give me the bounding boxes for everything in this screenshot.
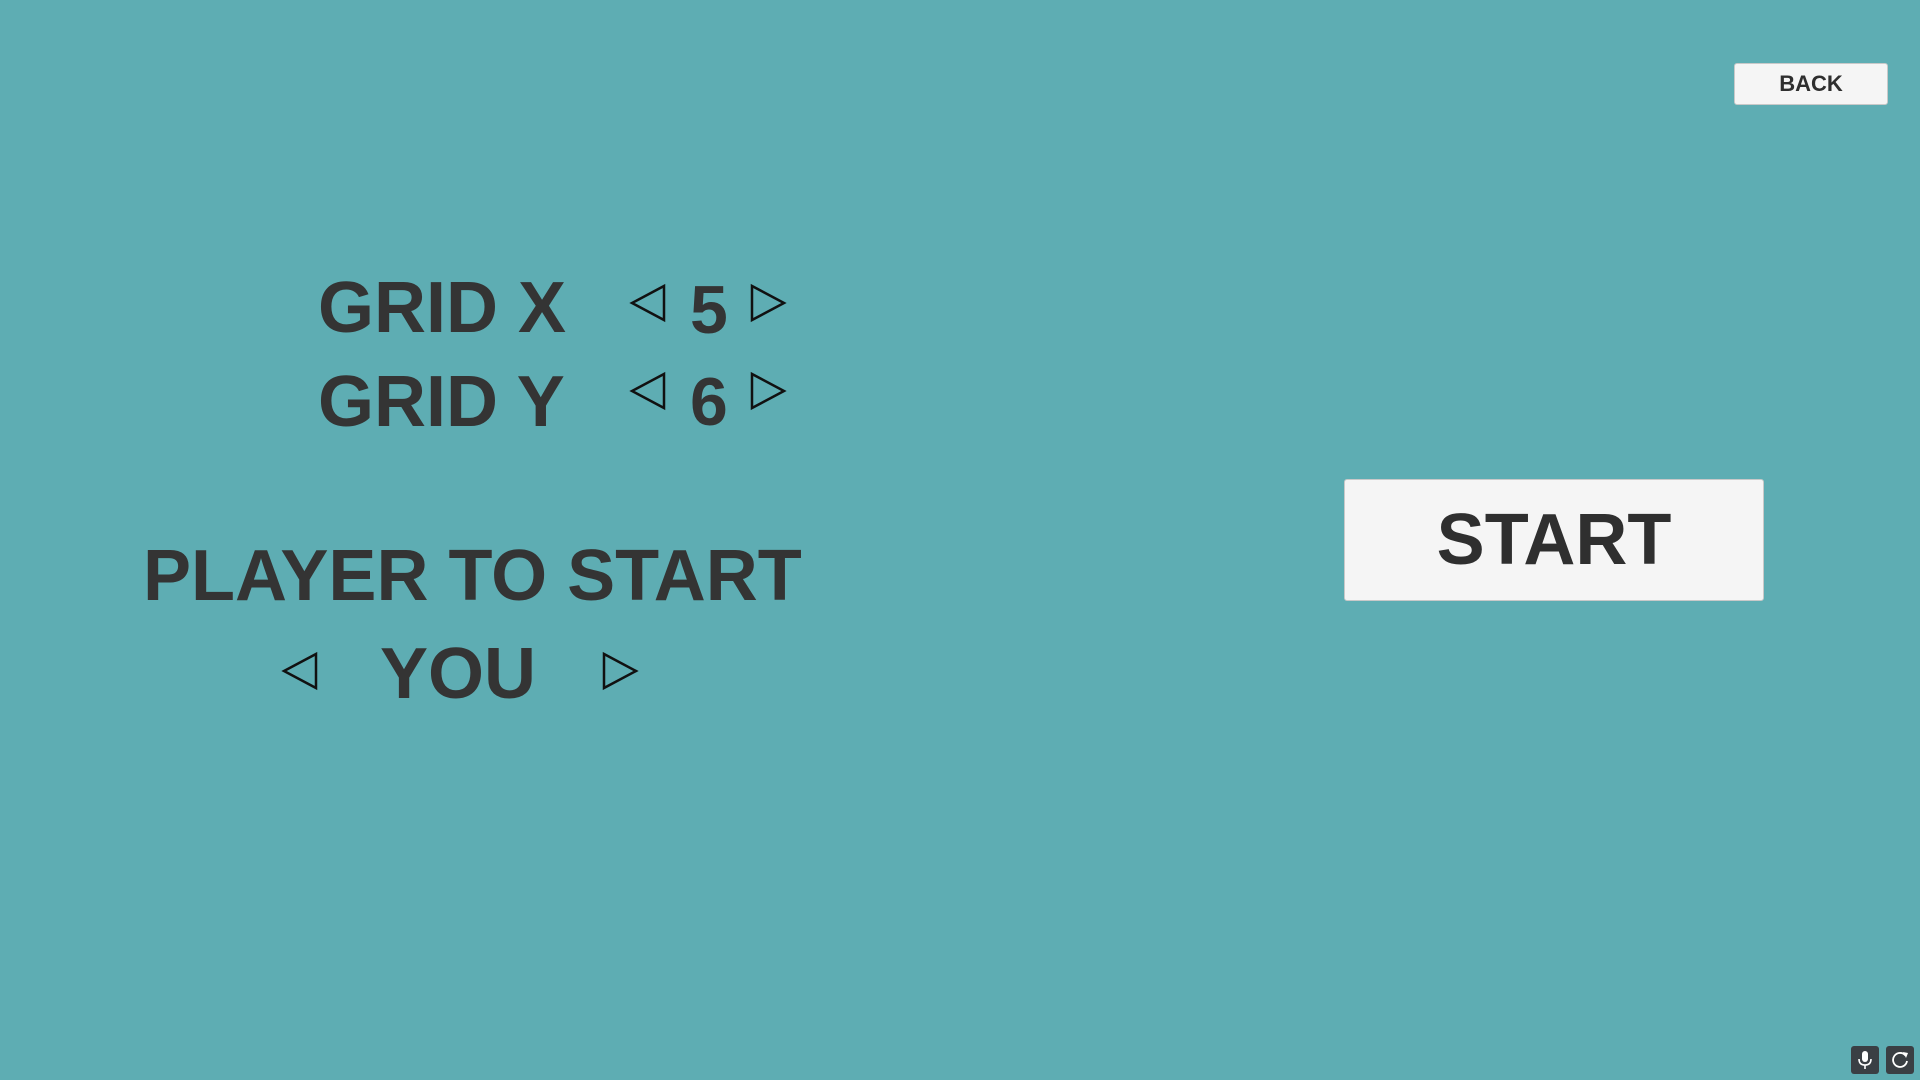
grid-y-decrement-button[interactable]	[628, 371, 668, 411]
grid-x-label: GRID X	[318, 268, 567, 348]
player-to-start-label: PLAYER TO START	[143, 536, 802, 616]
microphone-icon[interactable]	[1851, 1046, 1879, 1074]
player-next-button[interactable]	[600, 651, 640, 691]
grid-y-value: 6	[690, 364, 728, 440]
grid-x-increment-button[interactable]	[748, 283, 788, 323]
triangle-right-icon	[602, 651, 639, 691]
grid-y-label: GRID Y	[318, 362, 565, 442]
player-to-start-value: YOU	[379, 634, 537, 714]
refresh-icon[interactable]	[1886, 1046, 1914, 1074]
grid-x-value: 5	[690, 272, 728, 348]
back-button[interactable]: BACK	[1734, 63, 1888, 105]
triangle-left-icon	[629, 371, 666, 411]
triangle-right-icon	[750, 283, 787, 323]
grid-x-decrement-button[interactable]	[628, 283, 668, 323]
start-button[interactable]: START	[1344, 479, 1764, 601]
triangle-right-icon	[750, 371, 787, 411]
triangle-left-icon	[629, 283, 666, 323]
grid-y-increment-button[interactable]	[748, 371, 788, 411]
